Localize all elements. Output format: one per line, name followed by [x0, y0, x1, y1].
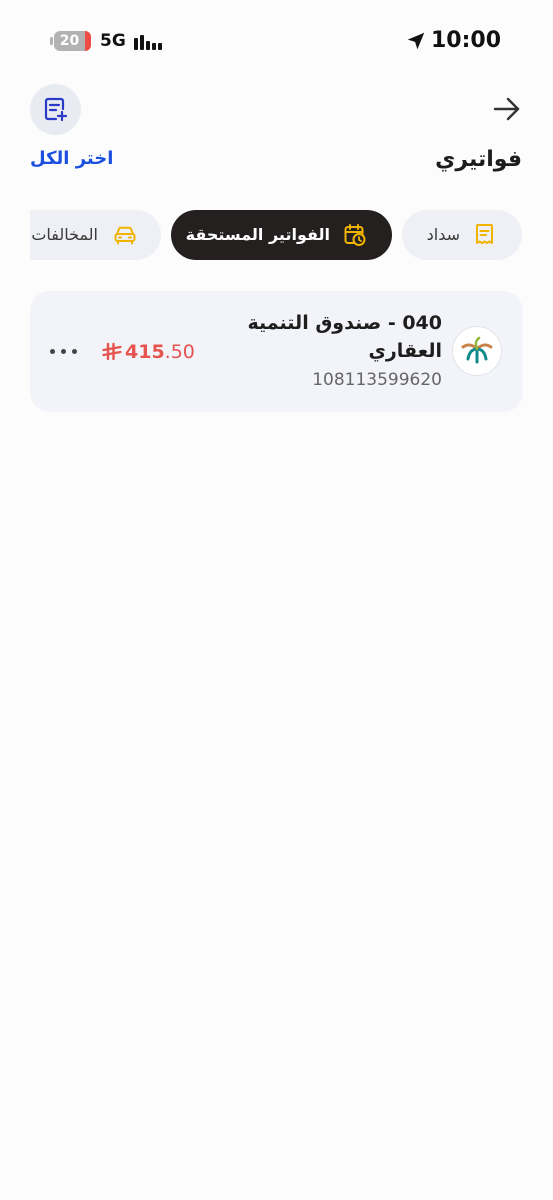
amount-value: 415.50 [125, 340, 195, 364]
network-type: 5G [100, 31, 126, 51]
page-title: فواتيري [435, 147, 522, 172]
status-bar: 20 5G 10:00 [0, 0, 553, 82]
receipt-icon [476, 224, 493, 244]
location-arrow-icon [407, 32, 425, 50]
palm-logo-icon [461, 336, 493, 364]
saudi-riyal-icon [102, 342, 122, 361]
battery-cap [50, 37, 53, 45]
tab-due-bills[interactable]: الفواتير المستحقة [171, 210, 392, 260]
tab-label: سداد [426, 225, 460, 244]
real-estate-fund-logo [452, 326, 502, 376]
select-all-link[interactable]: اختر الكل [30, 147, 113, 171]
car-icon [114, 226, 136, 245]
bill-name: 040 - صندوق التنمية العقاري [247, 312, 442, 362]
bill-card[interactable]: 040 - صندوق التنمية العقاري 108113599620… [30, 291, 523, 412]
battery-low-segment [85, 31, 91, 51]
signal-icon [134, 32, 162, 50]
tab-sadad[interactable]: سداد [402, 210, 522, 260]
amount-decimals: .50 [164, 341, 195, 363]
document-plus-icon [44, 97, 68, 122]
bill-number: 108113599620 [312, 370, 442, 390]
tab-violations[interactable]: المخالفات [30, 210, 161, 260]
tab-label: الفواتير المستحقة [185, 225, 330, 244]
battery-level: 20 [59, 33, 80, 49]
tab-label: المخالفات [31, 225, 98, 244]
amount-main: 415 [125, 341, 165, 363]
clock-time: 10:00 [431, 28, 502, 53]
battery-indicator: 20 [50, 31, 91, 51]
arrow-right-icon[interactable] [492, 95, 522, 123]
calendar-clock-icon [344, 224, 366, 246]
more-horizontal-icon[interactable] [48, 339, 80, 363]
tabs-strip: سداد الفواتير المستحقة المخالفات [30, 207, 553, 263]
screen: 20 5G 10:00 اختر الكل فواتيري سداد الفوا… [0, 0, 553, 1200]
add-bill-button[interactable] [30, 84, 81, 135]
